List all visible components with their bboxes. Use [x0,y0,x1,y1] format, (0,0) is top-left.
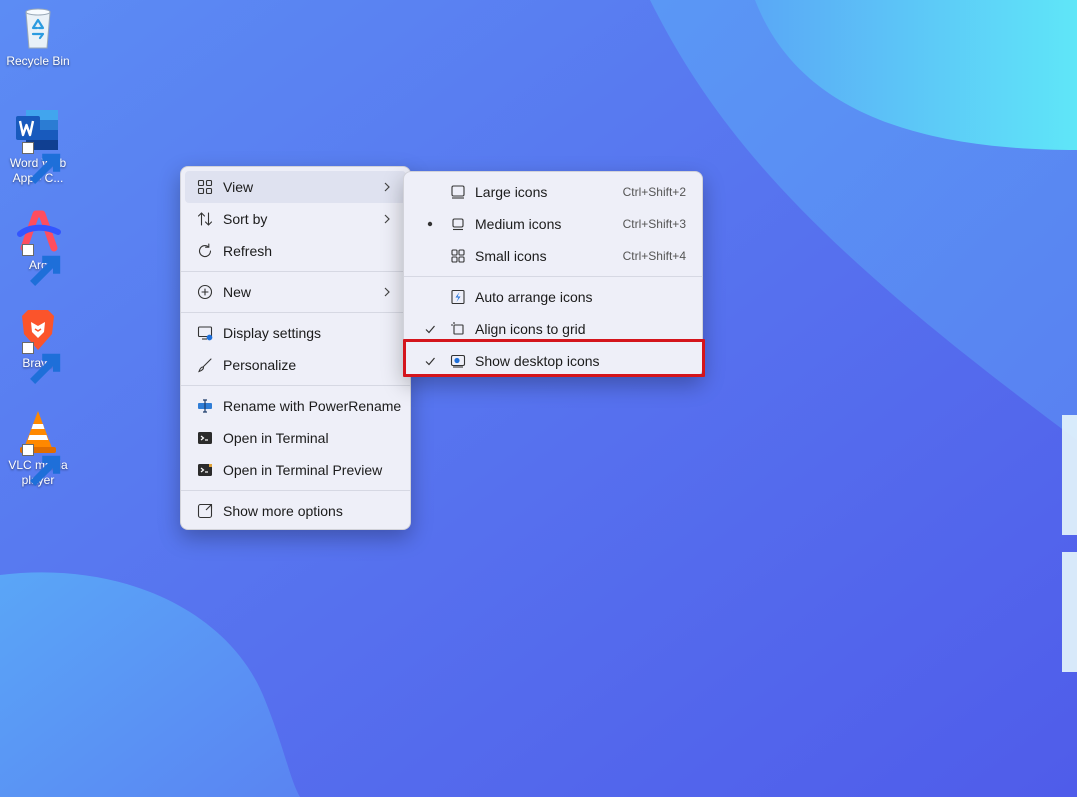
desktop-icon-vlc[interactable]: VLC media player [4,408,72,488]
menu-item-rename-powerrename[interactable]: Rename with PowerRename [185,390,406,422]
word-icon [14,106,62,184]
menu-item-label: View [223,179,254,195]
menu-item-personalize[interactable]: Personalize [185,349,406,381]
menu-item-label: Show more options [223,503,343,519]
align-grid-icon [450,321,466,337]
menu-separator [404,276,702,277]
powerrename-icon [197,398,213,414]
medium-icons-icon [450,216,466,232]
terminal-icon [197,430,213,446]
menu-item-label: Rename with PowerRename [223,398,402,414]
submenu-item-medium-icons[interactable]: Medium icons Ctrl+Shift+3 [408,208,698,240]
menu-item-open-terminal[interactable]: Open in Terminal [185,422,406,454]
desktop-icon-recycle-bin[interactable]: Recycle Bin [4,4,72,69]
menu-separator [181,312,410,313]
menu-item-display-settings[interactable]: Display settings [185,317,406,349]
grid-icon [197,179,213,195]
submenu-item-label: Medium icons [475,216,562,232]
submenu-item-auto-arrange[interactable]: Auto arrange icons [408,281,698,313]
submenu-item-label: Large icons [475,184,548,200]
submenu-item-align-grid[interactable]: Align icons to grid [408,313,698,345]
submenu-item-label: Show desktop icons [475,353,600,369]
keyboard-shortcut: Ctrl+Shift+2 [622,185,686,199]
menu-item-label: Open in Terminal [223,430,329,446]
chevron-right-icon [380,180,394,194]
submenu-item-label: Small icons [475,248,547,264]
menu-item-label: Refresh [223,243,273,259]
more-options-icon [197,503,213,519]
desktop-icon-arc[interactable]: Arc [4,208,72,286]
submenu-item-large-icons[interactable]: Large icons Ctrl+Shift+2 [408,176,698,208]
menu-item-show-more-options[interactable]: Show more options [185,495,406,527]
check-icon [422,321,438,337]
menu-separator [181,271,410,272]
menu-item-label: New [223,284,252,300]
menu-item-open-terminal-preview[interactable]: Open in Terminal Preview [185,454,406,486]
show-desktop-icon [450,353,466,369]
bullet-icon [422,216,438,232]
menu-item-label: Personalize [223,357,297,373]
view-submenu: Large icons Ctrl+Shift+2 Medium icons Ct… [403,171,703,377]
mark-empty [422,289,438,305]
menu-item-label: Sort by [223,211,268,227]
vlc-icon [14,408,62,486]
shortcut-arrow-icon [22,244,61,286]
mark-empty [422,184,438,200]
desktop-icon-word[interactable]: Word Web App - C... [4,106,72,186]
menu-separator [181,385,410,386]
auto-arrange-icon [450,289,466,305]
submenu-item-label: Align icons to grid [475,321,586,337]
mark-empty [422,248,438,264]
chevron-right-icon [380,212,394,226]
menu-separator [181,490,410,491]
brush-icon [197,357,213,373]
add-circle-icon [197,284,213,300]
menu-item-label: Display settings [223,325,322,341]
menu-item-view[interactable]: View [185,171,406,203]
desktop-icon-label: Recycle Bin [6,54,70,68]
menu-item-sort-by[interactable]: Sort by [185,203,406,235]
sort-icon [197,211,213,227]
desktop-icon-brave[interactable]: Brave [4,306,72,384]
shortcut-arrow-icon [22,444,61,486]
shortcut-arrow-icon [22,342,61,384]
large-icons-icon [450,184,466,200]
submenu-item-show-desktop-icons[interactable]: Show desktop icons [408,345,698,377]
keyboard-shortcut: Ctrl+Shift+3 [622,217,686,231]
arc-icon [14,208,62,286]
chevron-right-icon [380,285,394,299]
shortcut-arrow-icon [22,142,61,184]
terminal-preview-icon [197,462,213,478]
submenu-item-small-icons[interactable]: Small icons Ctrl+Shift+4 [408,240,698,272]
display-icon [197,325,213,341]
keyboard-shortcut: Ctrl+Shift+4 [622,249,686,263]
refresh-icon [197,243,213,259]
desktop-context-menu: View Sort by Refresh New Display setting… [180,166,411,530]
small-icons-icon [450,248,466,264]
recycle-bin-icon [14,4,62,52]
desktop-wallpaper [0,0,1077,797]
submenu-item-label: Auto arrange icons [475,289,593,305]
brave-icon [14,306,62,384]
check-icon [422,353,438,369]
menu-item-refresh[interactable]: Refresh [185,235,406,267]
menu-item-label: Open in Terminal Preview [223,462,383,478]
menu-item-new[interactable]: New [185,276,406,308]
